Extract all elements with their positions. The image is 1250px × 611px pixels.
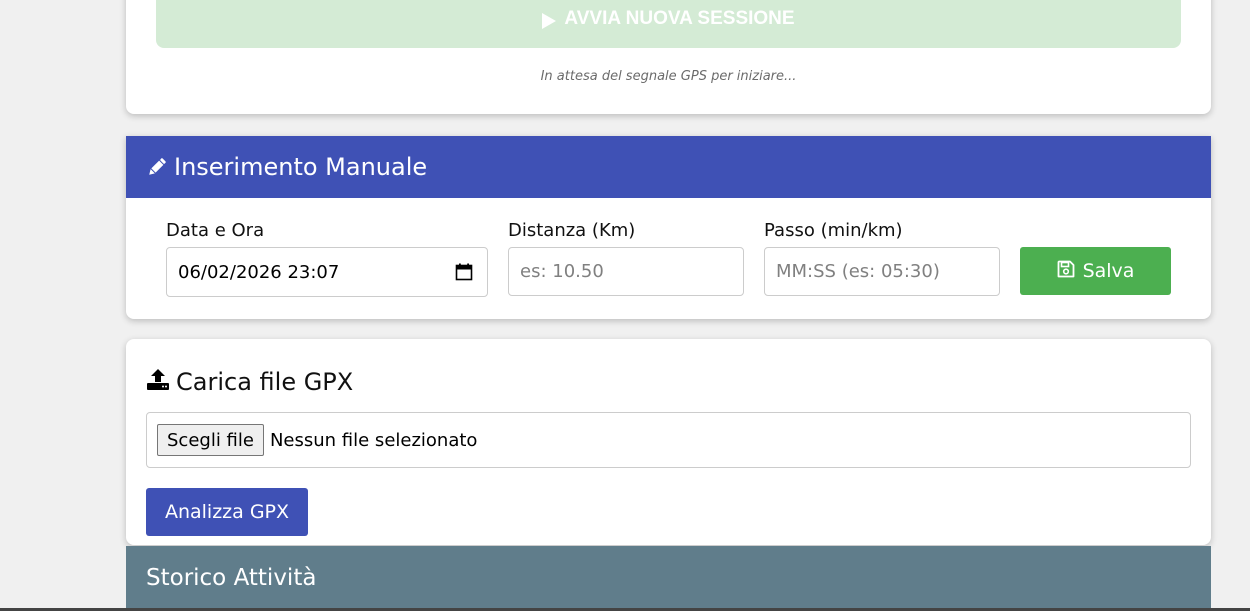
save-label: Salva xyxy=(1082,260,1135,282)
manual-entry-header: Inserimento Manuale xyxy=(126,136,1211,198)
pencil-icon xyxy=(146,156,168,178)
date-time-value: 06/02/2026 23:07 xyxy=(178,261,340,283)
distance-input[interactable]: es: 10.50 xyxy=(508,247,744,296)
gpx-file-input[interactable]: Scegli file Nessun file selezionato xyxy=(146,412,1191,468)
start-session-button[interactable]: AVVIA NUOVA SESSIONE xyxy=(156,0,1181,48)
choose-file-button[interactable]: Scegli file xyxy=(157,424,264,456)
session-card: AVVIA NUOVA SESSIONE In attesa del segna… xyxy=(126,0,1211,114)
file-status-text: Nessun file selezionato xyxy=(269,429,478,451)
save-button[interactable]: Salva xyxy=(1020,247,1171,295)
floppy-disk-icon xyxy=(1057,260,1075,283)
distance-placeholder: es: 10.50 xyxy=(520,261,604,282)
manual-entry-title: Inserimento Manuale xyxy=(174,153,428,181)
pace-input[interactable]: MM:SS (es: 05:30) xyxy=(764,247,1000,296)
pace-label: Passo (min/km) xyxy=(764,220,903,241)
calendar-icon[interactable] xyxy=(455,263,473,286)
gpx-title-label: Carica file GPX xyxy=(176,368,354,396)
date-label: Data e Ora xyxy=(166,220,265,241)
play-icon xyxy=(542,13,557,29)
upload-icon xyxy=(146,367,170,397)
manual-entry-card: Inserimento Manuale Data e Ora 06/02/202… xyxy=(126,136,1211,319)
gpx-title: Carica file GPX xyxy=(146,367,353,397)
gpx-upload-card: Carica file GPX Scegli file Nessun file … xyxy=(126,339,1211,545)
history-card: Storico Attività xyxy=(126,546,1211,611)
start-session-label: AVVIA NUOVA SESSIONE xyxy=(564,8,795,29)
analyze-gpx-button[interactable]: Analizza GPX xyxy=(146,488,308,536)
distance-label: Distanza (Km) xyxy=(508,220,636,241)
history-title: Storico Attività xyxy=(146,565,317,591)
pace-placeholder: MM:SS (es: 05:30) xyxy=(776,261,940,282)
gps-status-text: In attesa del segnale GPS per iniziare..… xyxy=(540,69,797,84)
date-time-input[interactable]: 06/02/2026 23:07 xyxy=(166,247,488,297)
